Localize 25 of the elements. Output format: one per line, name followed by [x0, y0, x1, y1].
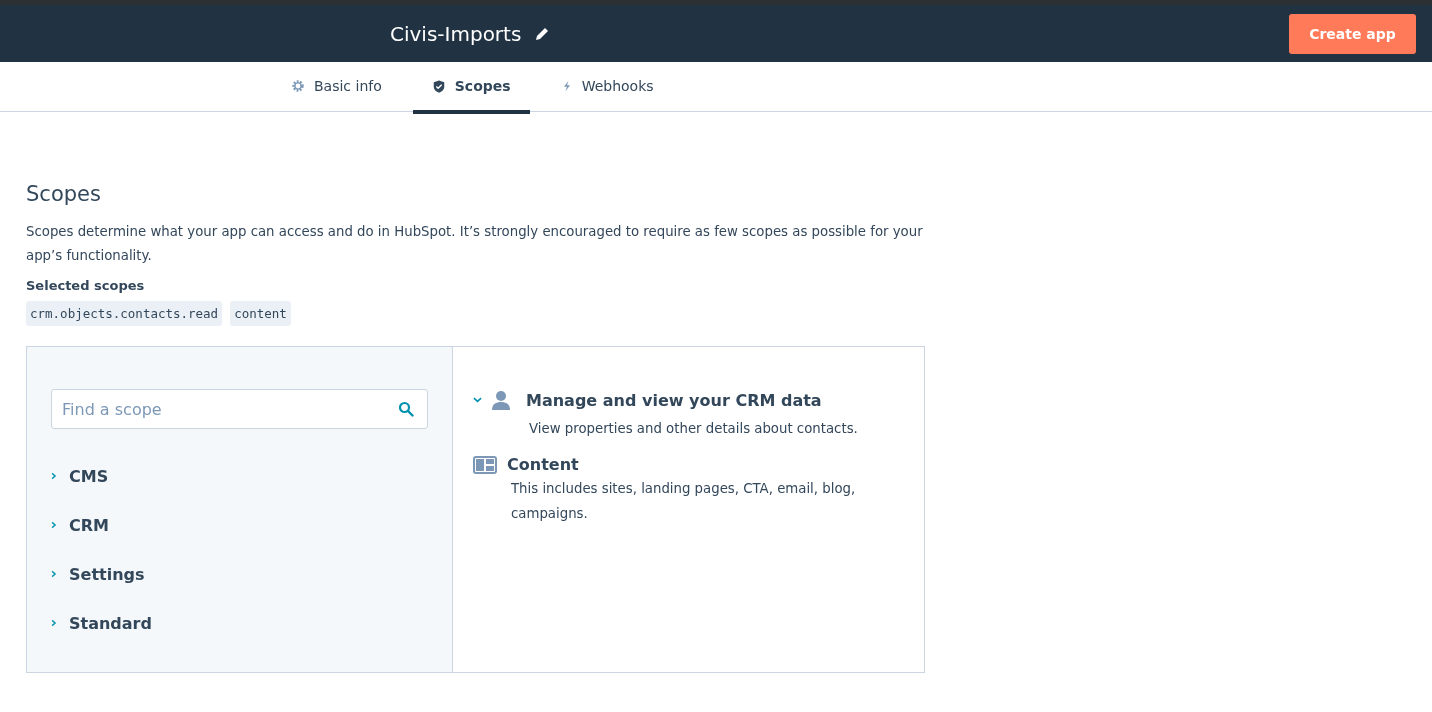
layout-icon — [473, 455, 497, 474]
person-icon — [492, 390, 510, 410]
search-icon[interactable] — [398, 401, 414, 417]
search-field[interactable]: Find a scope — [51, 389, 428, 429]
tab[interactable]: Scopes — [412, 62, 530, 114]
category-item[interactable]: CRM — [51, 511, 109, 539]
scope-tag: content — [230, 301, 291, 326]
tab[interactable]: Webhooks — [541, 62, 673, 114]
shield-check-icon — [431, 78, 446, 94]
pencil-icon[interactable] — [535, 26, 550, 41]
scope-group-title: Content — [507, 455, 579, 474]
category-item[interactable]: Settings — [51, 560, 145, 588]
category-item[interactable]: CMS — [51, 462, 109, 490]
app-name: Civis-Imports — [390, 21, 522, 46]
scope-group-title: Manage and view your CRM data — [526, 390, 822, 410]
section-description: Scopes determine what your app can access and do in HubSpot. It’s strongly encouraged to require as few scopes as possible for your app’s functionality. — [26, 223, 924, 265]
section-title: Scopes — [26, 182, 102, 206]
scope-group-description: This includes sites, landing pages, CTA, email, blog, campaigns. — [510, 480, 857, 523]
scope-tag: crm.objects.contacts.read — [26, 301, 223, 326]
tab[interactable]: Basic info — [272, 62, 401, 114]
scope-group-description: View properties and other details about contacts. — [528, 420, 859, 438]
selected-scopes-label: Selected scopes — [26, 278, 146, 293]
category-item[interactable]: Standard — [51, 609, 152, 637]
chevron-icon[interactable] — [473, 397, 482, 403]
gear-icon — [291, 79, 305, 93]
